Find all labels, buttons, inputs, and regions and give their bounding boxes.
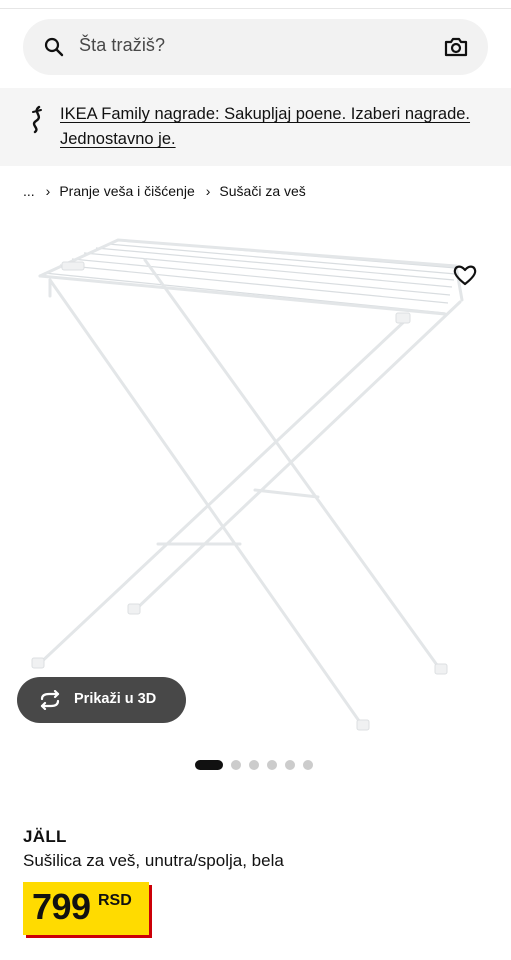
- gallery-dot-1[interactable]: [195, 760, 223, 770]
- promo-link[interactable]: IKEA Family nagrade: Sakupljaj poene. Iz…: [60, 102, 500, 152]
- breadcrumb-item-drying-racks[interactable]: Sušači za veš: [219, 183, 305, 199]
- ikea-family-icon: [32, 105, 42, 134]
- gallery-pagination: [195, 759, 313, 771]
- view-3d-label: Prikaži u 3D: [74, 691, 157, 707]
- product-description: Sušilica za veš, unutra/spolja, bela: [23, 851, 284, 870]
- gallery-dot-2[interactable]: [231, 760, 241, 770]
- drying-rack-image[interactable]: [0, 226, 511, 746]
- search-input[interactable]: Šta tražiš?: [79, 35, 165, 56]
- top-divider: [0, 8, 511, 9]
- gallery-dot-6[interactable]: [303, 760, 313, 770]
- search-icon: [44, 37, 64, 57]
- breadcrumb: ... › Pranje veša i čišćenje › Sušači za…: [23, 180, 306, 202]
- search-bar[interactable]: Šta tražiš?: [23, 19, 488, 75]
- price-currency: RSD: [98, 892, 132, 909]
- promo-banner[interactable]: IKEA Family nagrade: Sakupljaj poene. Iz…: [0, 88, 511, 166]
- price-tag: 799 RSD: [23, 882, 149, 935]
- breadcrumb-item-laundry[interactable]: Pranje veša i čišćenje: [59, 183, 194, 199]
- chevron-right-icon: ›: [45, 183, 51, 199]
- chevron-right-icon: ›: [205, 183, 211, 199]
- camera-icon[interactable]: [444, 36, 468, 58]
- view-3d-button[interactable]: Prikaži u 3D: [17, 677, 186, 723]
- heart-icon[interactable]: [452, 263, 478, 287]
- gallery-dot-5[interactable]: [285, 760, 295, 770]
- gallery-dot-4[interactable]: [267, 760, 277, 770]
- price-amount: 799: [32, 886, 91, 927]
- gallery-dot-3[interactable]: [249, 760, 259, 770]
- product-name: JÄLL: [23, 827, 67, 846]
- breadcrumb-item-ellipsis[interactable]: ...: [23, 183, 35, 199]
- rotate-3d-icon: [40, 690, 60, 710]
